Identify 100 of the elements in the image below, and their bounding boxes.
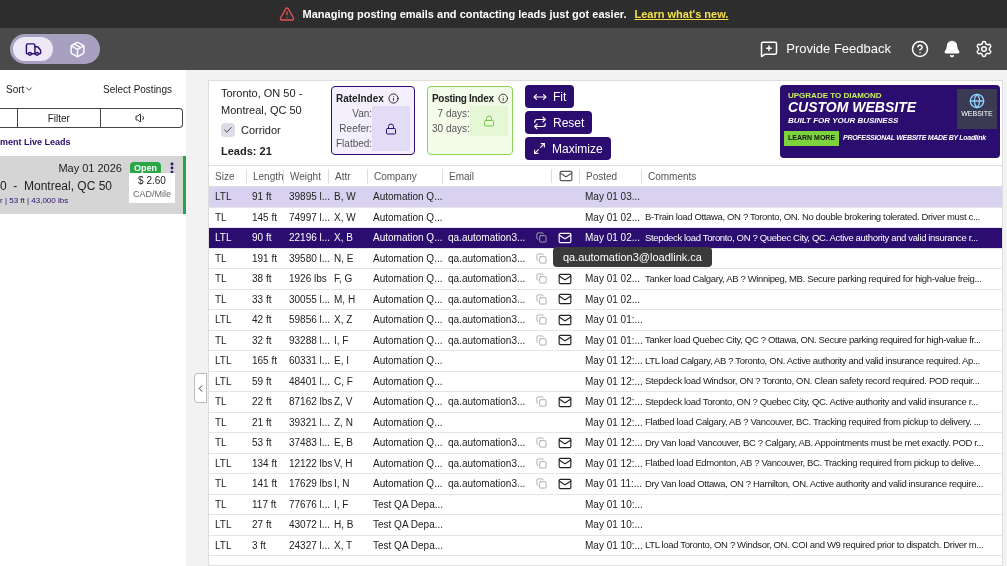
table-cell-text: 93288 l... <box>288 333 328 348</box>
corridor-checkbox[interactable] <box>221 123 235 138</box>
table-cell-text: 1926 lbs <box>288 272 328 287</box>
table-cell-text: Stepdeck load Toronto, ON ? Quebec City, QC. Active authority and valid insurance r... <box>644 394 979 409</box>
table-cell-text: TL <box>214 210 228 225</box>
table-cell-text: 39895 l... <box>288 190 328 205</box>
info-icon[interactable] <box>387 93 399 104</box>
table-cell-text: LTL load Toronto, ON ? Windsor, ON. COI and W9 required prior to dispatch. Driver m... <box>644 538 985 553</box>
table-cell-text: Automation Q... <box>372 374 442 389</box>
column-header[interactable]: Email <box>442 168 531 184</box>
mail-icon[interactable] <box>558 394 572 409</box>
column-header[interactable]: Attr <box>328 168 367 184</box>
table-cell-text: Automation Q... <box>372 313 442 328</box>
table-cell-text: I, F <box>333 497 350 512</box>
table-cell-text: 43072 l... <box>288 518 328 533</box>
maximize-icon <box>533 142 546 155</box>
table-cell-text: qa.automation3... <box>447 272 527 287</box>
table-cell-text: TL <box>214 333 228 348</box>
table-cell-text: Automation Q... <box>372 190 442 205</box>
table-cell-text: 53 ft <box>251 436 273 451</box>
column-header[interactable]: Weight <box>283 168 328 184</box>
table-cell-text: 22196 l... <box>288 231 328 246</box>
mail-icon[interactable] <box>558 333 572 348</box>
settings-icon[interactable] <box>975 40 993 58</box>
table-cell-text: 117 ft <box>251 497 278 512</box>
table-cell-text: TL <box>214 477 228 492</box>
filter-button[interactable]: Filter <box>17 109 100 127</box>
table-cell-text: LTL <box>214 313 233 328</box>
table-cell-text: Automation Q... <box>372 210 442 225</box>
mail-icon[interactable] <box>558 230 572 245</box>
table-cell-text: 39580 l... <box>288 251 328 266</box>
table-cell-text: May 01 02... <box>584 231 641 246</box>
ad-subhead: BUILT FOR YOUR BUSINESS <box>788 115 899 127</box>
table-cell-text: 42 ft <box>251 313 273 328</box>
table-cell-text: X, T <box>333 538 354 553</box>
column-header[interactable]: Company <box>367 168 442 184</box>
vehicle-label: Van: <box>352 107 373 121</box>
mail-icon[interactable] <box>558 476 572 491</box>
table-cell-text: Test QA Depa... <box>372 538 442 553</box>
table-cell-text: LTL load Calgary, AB ? Toronto, ON. Active authority and valid insurance required. Ap... <box>644 353 981 368</box>
table-cell-text: LTL <box>214 374 233 389</box>
table-row[interactable]: LTL 90 ft 22196 l... X, B Automation Q... qa.automation3... May 01 02... Stepdeck load Toronto, ON ? Quebec City, QC. Active authority and valid insurance r... <box>209 228 1002 249</box>
table-cell-text: Dry Van load Ottawa, ON ? Hamilton, ON. Active authority and valid insurance require... <box>644 476 984 491</box>
column-header[interactable]: Size <box>209 168 246 184</box>
table-cell-text: Automation Q... <box>372 477 442 492</box>
table-cell-text: May 01 10:... <box>584 497 641 512</box>
mail-icon[interactable] <box>558 456 572 471</box>
table-cell-text: May 01 01:... <box>584 313 641 328</box>
feedback-button[interactable]: Provide Feedback <box>760 39 891 59</box>
table-cell-text: May 01 10:... <box>584 538 641 553</box>
table-cell-text: 22 ft <box>251 395 273 410</box>
learn-link[interactable]: Learn what's new. <box>634 5 729 23</box>
table-cell-text: Test QA Depa... <box>372 518 442 533</box>
notification-icon[interactable] <box>943 40 961 58</box>
sort-button[interactable]: Sort <box>6 81 35 97</box>
maximize-button[interactable]: Maximize <box>525 137 611 160</box>
table-cell-text: 37483 l... <box>288 436 328 451</box>
table-row[interactable]: TL 191 ft 39580 l... N, E Automation Q... qa.automation3... qa.automation3@loadlink.ca <box>209 248 1002 269</box>
truck-icon <box>24 40 42 58</box>
mode-tab[interactable] <box>13 37 53 61</box>
select-postings-link[interactable]: Select Postings <box>103 81 172 97</box>
table-cell-text: May 01 11:... <box>584 477 641 492</box>
table-cell-text: TL <box>214 395 228 410</box>
copy-icon[interactable] <box>535 232 547 244</box>
ad-kicker: UPGRADE TO DIAMOND <box>788 91 882 100</box>
mail-icon[interactable] <box>558 271 572 286</box>
reset-button[interactable]: Reset <box>525 111 593 134</box>
table-cell-text: LTL <box>214 354 233 369</box>
mail-icon[interactable] <box>558 312 572 327</box>
table-cell-text: May 01 02... <box>584 272 641 287</box>
table-cell-text: qa.automation3... <box>447 292 527 307</box>
table-cell-text: TL <box>214 272 228 287</box>
mail-icon[interactable] <box>558 435 572 450</box>
table-cell-text: 134 ft <box>251 456 279 471</box>
table-cell-text: qa.automation3... <box>447 333 527 348</box>
table-cell-text: qa.automation3... <box>447 456 527 471</box>
table-cell-text: May 01 12:... <box>584 395 641 410</box>
table-cell-text: May 01 02... <box>584 210 641 225</box>
column-header[interactable]: Comments <box>641 168 1002 184</box>
table-cell-text: TL <box>214 415 228 430</box>
column-header[interactable]: Posted <box>579 168 641 184</box>
info-icon[interactable] <box>497 93 508 104</box>
help-icon[interactable] <box>911 40 929 58</box>
posting-card[interactable]: May 01 2026 Open 0 - Montreal, QC 50 r | 53 ft | 43,000 lbs $ 2.60 CAD/Mile <box>0 156 186 214</box>
table-row[interactable]: LTL 91 ft 39895 l... B, W Automation Q... May 01 03... <box>209 187 1002 208</box>
table-cell-text: Tanker load Calgary, AB ? Winnipeg, MB. Secure parking required for high-value freig... <box>644 271 983 286</box>
table-cell-text: N, E <box>333 251 355 266</box>
warning-icon <box>278 6 295 22</box>
mail-icon[interactable] <box>558 292 572 307</box>
table-cell-text: Dry Van load Vancouver, BC ? Calgary, AB. Appointments must be met exactly. POD r... <box>644 435 985 450</box>
table-cell-text: May 01 02... <box>584 292 641 307</box>
fit-button[interactable]: Fit <box>525 85 575 108</box>
table-cell-text: 59 ft <box>251 374 273 389</box>
table-cell-text: 3 ft <box>251 538 267 553</box>
table-cell-text: Test QA Depa... <box>372 497 442 512</box>
table-cell-text: May 01 01:... <box>584 333 641 348</box>
column-header[interactable]: Length <box>246 168 283 184</box>
rate-index-title: RateIndex <box>336 92 384 106</box>
table-cell-text: qa.automation3... <box>447 231 527 246</box>
table-cell-text: Tanker load Quebec City, QC ? Ottawa, ON. Secure parking required for high-value fr... <box>644 333 982 348</box>
